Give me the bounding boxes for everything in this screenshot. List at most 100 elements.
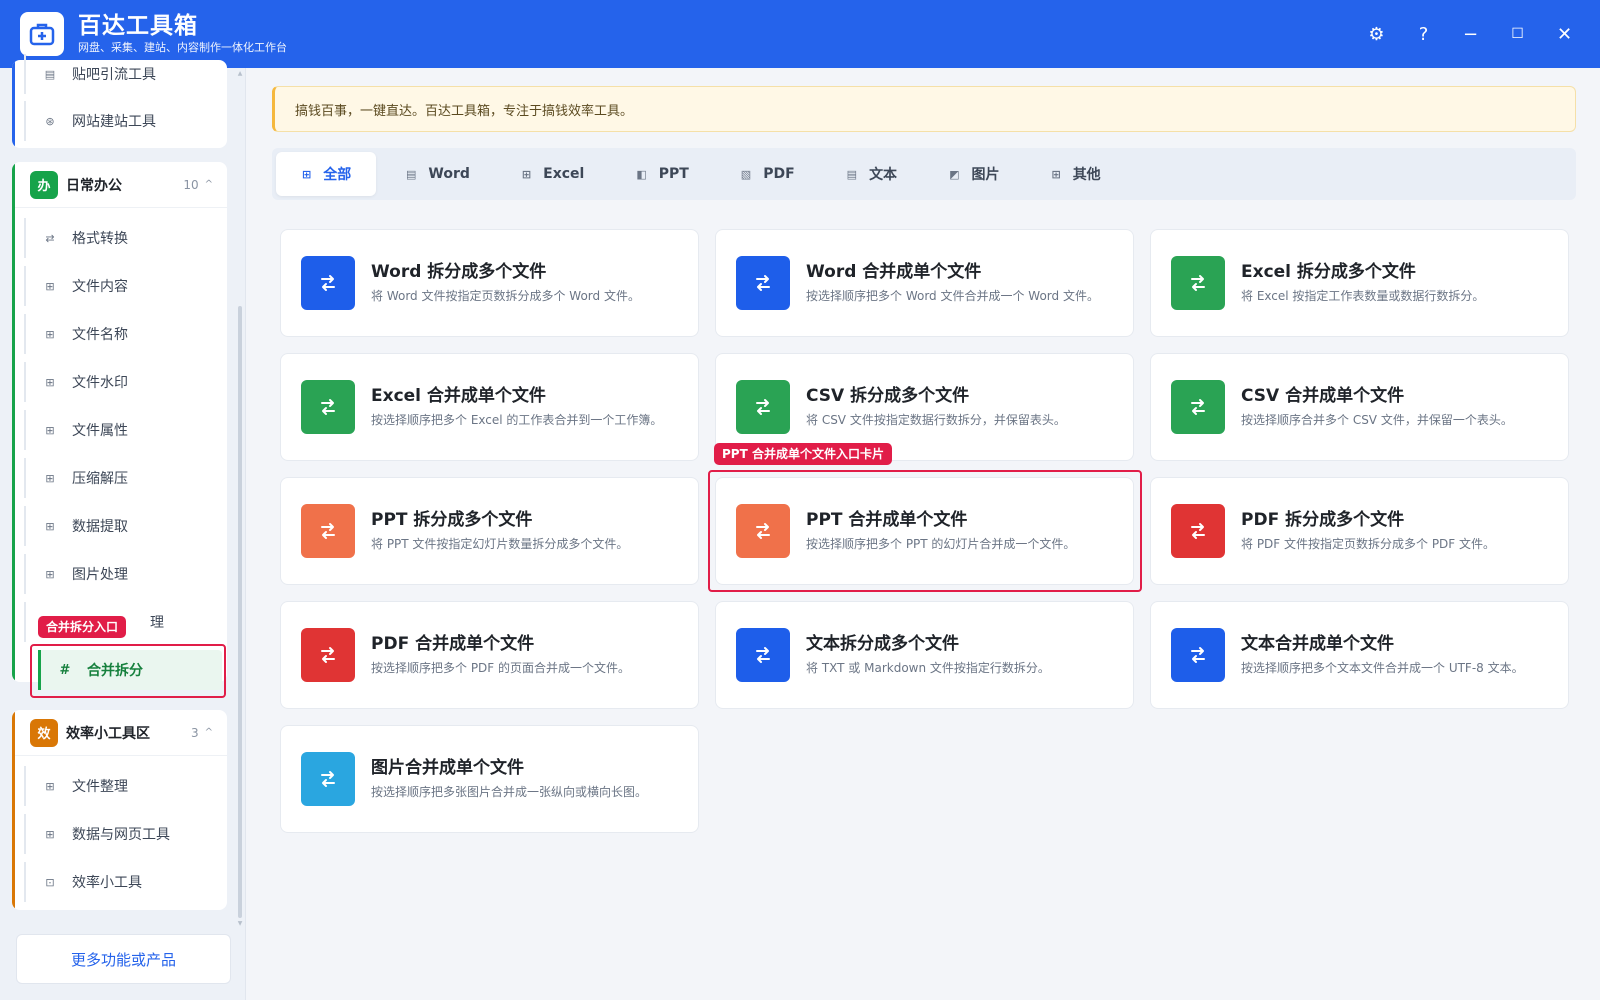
- card-text: 文本拆分成多个文件将 TXT 或 Markdown 文件按指定行数拆分。: [806, 632, 1050, 678]
- tab-label: 全部: [323, 167, 352, 183]
- grid-icon: ⊞: [45, 279, 55, 293]
- scroll-down-icon[interactable]: ▼: [237, 920, 243, 927]
- globe-icon: ⊛: [45, 114, 55, 128]
- swap-arrows-icon: [301, 380, 355, 434]
- list-icon: ▤: [44, 67, 56, 81]
- tool-card[interactable]: 文本合并成单个文件 按选择顺序把多个文本文件合并成一个 UTF-8 文本。: [1150, 601, 1569, 709]
- sidebar-item-label: 格式转换: [72, 231, 128, 247]
- tool-card[interactable]: Word 合并成单个文件 按选择顺序把多个 Word 文件合并成一个 Word 文…: [715, 229, 1134, 337]
- tool-card[interactable]: Word 拆分成多个文件将 Word 文件按指定页数拆分成多个 Word 文件。: [280, 229, 699, 337]
- group-accent: [12, 60, 15, 148]
- card-title: Excel 拆分成多个文件: [1241, 262, 1416, 282]
- grid-icon: ⊞: [45, 567, 55, 581]
- efficiency-badge: 效: [30, 718, 58, 747]
- tool-card[interactable]: 图片合并成单个文件 按选择顺序把多张图片合并成一张纵向或横向长图。: [280, 725, 699, 833]
- sidebar-item-data-web[interactable]: ⊞ 数据与网页工具: [24, 814, 209, 854]
- tool-card[interactable]: 文本拆分成多个文件将 TXT 或 Markdown 文件按指定行数拆分。: [715, 601, 1134, 709]
- sidebar-item-format[interactable]: ⇄ 格式转换: [24, 218, 209, 258]
- sidebar-item-image[interactable]: ⊞ 图片处理: [24, 554, 209, 594]
- card-description: 按选择顺序合并多个 CSV 文件，并保留一个表头。: [1241, 413, 1513, 427]
- sidebar-item-label: 效率小工具: [72, 875, 142, 891]
- chevron-up-icon[interactable]: ^: [205, 727, 213, 738]
- chevron-up-icon[interactable]: ^: [205, 179, 213, 190]
- window-controls: ⚙ ? − ☐ ✕: [1353, 0, 1588, 68]
- tool-card[interactable]: PDF 拆分成多个文件将 PDF 文件按指定页数拆分成多个 PDF 文件。: [1150, 477, 1569, 585]
- tab-all[interactable]: ⊞ 全部: [276, 152, 376, 196]
- annotation-tag-card: PPT 合并成单个文件入口卡片: [714, 443, 892, 465]
- grid-icon: ⊞: [45, 779, 55, 793]
- file-icon: ▧: [740, 167, 752, 181]
- maximize-icon[interactable]: ☐: [1494, 14, 1541, 54]
- more-products-button[interactable]: 更多功能或产品: [16, 934, 231, 984]
- sidebar: ▲ ▼ ▤ 贴吧引流工具 ⊛ 网站建站工具 办 日常办公 10 ^ ⇄ 格式转换…: [0, 54, 246, 1000]
- sidebar-scrollbar[interactable]: ▲ ▼: [237, 68, 243, 928]
- group-count: 3: [190, 725, 199, 740]
- sidebar-item-label: 贴吧引流工具: [72, 67, 156, 83]
- sidebar-item-extract[interactable]: ⊞ 数据提取: [24, 506, 209, 546]
- tab-pdf[interactable]: ▧ PDF: [715, 152, 817, 196]
- tool-card[interactable]: CSV 合并成单个文件按选择顺序合并多个 CSV 文件，并保留一个表头。: [1150, 353, 1569, 461]
- card-description: 按选择顺序把多个 PDF 的页面合并成一个文件。: [371, 661, 631, 675]
- sidebar-item-label: 数据提取: [72, 519, 128, 535]
- sidebar-item-efficiency-tools[interactable]: ⊡ 效率小工具: [24, 862, 209, 902]
- sidebar-item-label: 文件整理: [72, 779, 128, 795]
- tab-word[interactable]: ▤ Word: [380, 152, 492, 196]
- group-header-efficiency[interactable]: 效 效率小工具区 3 ^: [12, 710, 227, 756]
- sidebar-item-content[interactable]: ⊞ 文件内容: [24, 266, 209, 306]
- title-bar: 百达工具箱 网盘、采集、建站、内容制作一体化工作台 ⚙ ? − ☐ ✕: [0, 0, 1600, 68]
- swap-arrows-icon: [301, 504, 355, 558]
- table-icon: ⊞: [521, 167, 532, 181]
- tab-text[interactable]: ▤ 文本: [821, 152, 919, 196]
- card-text: PPT 拆分成多个文件将 PPT 文件按指定幻灯片数量拆分成多个文件。: [371, 508, 628, 554]
- card-description: 按选择顺序把多个 Excel 的工作表合并到一个工作簿。: [371, 413, 663, 427]
- sidebar-item-label: 文件水印: [72, 375, 128, 391]
- settings-icon[interactable]: ⚙: [1353, 14, 1400, 54]
- box-icon: ⊡: [45, 875, 55, 889]
- help-icon[interactable]: ?: [1400, 14, 1447, 54]
- toolbox-icon: [29, 23, 55, 46]
- scrollbar-thumb[interactable]: [238, 306, 242, 918]
- card-title: PDF 合并成单个文件: [371, 634, 535, 654]
- tool-card[interactable]: PPT 拆分成多个文件将 PPT 文件按指定幻灯片数量拆分成多个文件。: [280, 477, 699, 585]
- sidebar-item-label: 数据与网页工具: [72, 827, 170, 843]
- slides-icon: ◧: [636, 167, 647, 181]
- tab-image[interactable]: ◩ 图片: [923, 152, 1021, 196]
- close-icon[interactable]: ✕: [1541, 14, 1588, 54]
- tool-card[interactable]: Excel 拆分成多个文件将 Excel 按指定工作表数量或数据行数拆分。: [1150, 229, 1569, 337]
- image-icon: ◩: [949, 167, 960, 181]
- group-title: 效率小工具区: [66, 725, 150, 742]
- minimize-icon[interactable]: −: [1447, 14, 1494, 54]
- card-title: CSV 合并成单个文件: [1241, 386, 1405, 406]
- annotation-box-card: [708, 470, 1142, 592]
- card-text: Word 拆分成多个文件将 Word 文件按指定页数拆分成多个 Word 文件。: [371, 260, 640, 306]
- group-header-office[interactable]: 办 日常办公 10 ^: [12, 162, 227, 208]
- tool-card[interactable]: Excel 合并成单个文件 按选择顺序把多个 Excel 的工作表合并到一个工作簿…: [280, 353, 699, 461]
- notice-banner: 搞钱百事，一键直达。百达工具箱，专注于搞钱效率工具。: [272, 86, 1576, 132]
- sidebar-item-organize[interactable]: ⊞ 文件整理: [24, 766, 209, 806]
- tab-other[interactable]: ⊞ 其他: [1025, 152, 1122, 196]
- card-description: 将 Excel 按指定工作表数量或数据行数拆分。: [1241, 289, 1485, 303]
- sidebar-item-watermark[interactable]: ⊞ 文件水印: [24, 362, 209, 402]
- sidebar-item-tieba[interactable]: ▤ 贴吧引流工具: [24, 54, 209, 94]
- app-name: 百达工具箱 网盘、采集、建站、内容制作一体化工作台: [78, 12, 287, 56]
- tab-ppt[interactable]: ◧ PPT: [610, 152, 710, 196]
- sidebar-item-label: 文件名称: [72, 327, 128, 343]
- grid-icon: ⊞: [45, 423, 55, 437]
- tool-card[interactable]: PDF 合并成单个文件按选择顺序把多个 PDF 的页面合并成一个文件。: [280, 601, 699, 709]
- card-text: Word 合并成单个文件 按选择顺序把多个 Word 文件合并成一个 Word 文…: [806, 260, 1099, 306]
- tab-excel[interactable]: ⊞ Excel: [496, 152, 606, 196]
- sidebar-item-label: 文件属性: [72, 423, 128, 439]
- group-title: 日常办公: [66, 177, 122, 194]
- office-badge: 办: [30, 170, 58, 199]
- group-count: 10: [183, 177, 199, 192]
- tab-label: PDF: [763, 166, 795, 182]
- sidebar-item-properties[interactable]: ⊞ 文件属性: [24, 410, 209, 450]
- sidebar-item-compress[interactable]: ⊞ 压缩解压: [24, 458, 209, 498]
- grid-icon: ⊞: [45, 471, 55, 485]
- card-text: CSV 合并成单个文件按选择顺序合并多个 CSV 文件，并保留一个表头。: [1241, 384, 1513, 430]
- sidebar-item-website[interactable]: ⊛ 网站建站工具: [24, 101, 209, 141]
- sidebar-item-label: 图片处理: [72, 567, 128, 583]
- scroll-up-icon[interactable]: ▲: [237, 70, 243, 77]
- grid-icon: ⊞: [45, 375, 55, 389]
- sidebar-item-filename[interactable]: ⊞ 文件名称: [24, 314, 209, 354]
